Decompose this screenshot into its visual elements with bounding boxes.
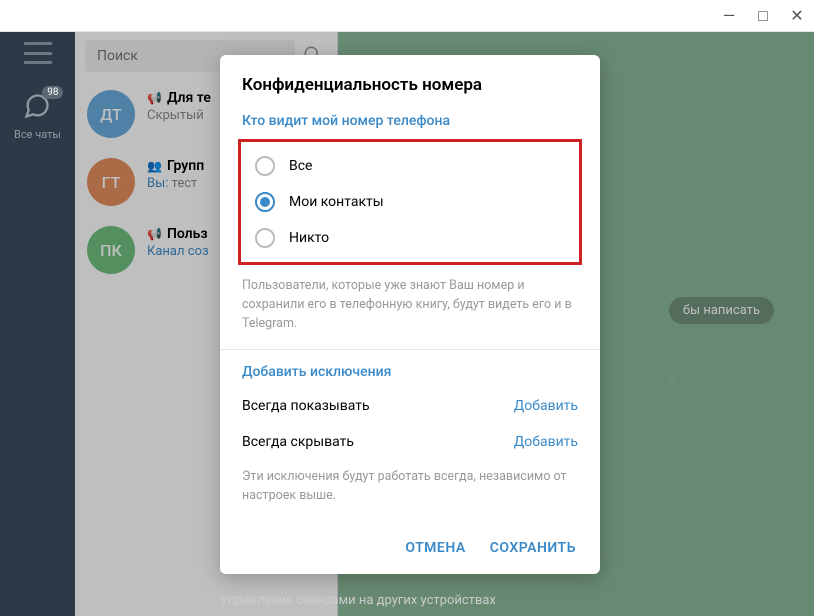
highlighted-options: Все Мои контакты Никто — [238, 139, 582, 265]
dialog-title: Конфиденциальность номера — [220, 75, 600, 113]
description-text: Эти исключения будут работать всегда, не… — [242, 460, 578, 516]
hamburger-menu-button[interactable] — [24, 42, 52, 64]
radio-option-nobody[interactable]: Никто — [241, 220, 579, 256]
radio-option-everyone[interactable]: Все — [241, 148, 579, 184]
exception-always-show[interactable]: Всегда показывать Добавить — [242, 388, 578, 424]
left-sidebar: 98 Все чаты — [0, 32, 75, 616]
minimize-button[interactable]: — — [722, 9, 736, 23]
window-titlebar: — □ ✕ — [0, 0, 814, 32]
section-label-exceptions: Добавить исключения — [242, 364, 578, 388]
radio-icon — [255, 228, 275, 248]
cancel-button[interactable]: ОТМЕНА — [405, 540, 465, 556]
save-button[interactable]: СОХРАНИТЬ — [490, 540, 576, 556]
all-chats-tab[interactable]: 98 Все чаты — [14, 92, 61, 141]
radio-icon — [255, 156, 275, 176]
radio-icon — [255, 192, 275, 212]
all-chats-label: Все чаты — [14, 128, 61, 141]
add-link[interactable]: Добавить — [514, 398, 578, 414]
radio-label: Мои контакты — [289, 194, 384, 210]
footer-text: Управление сеансами на других устройства… — [220, 593, 496, 608]
privacy-dialog: Конфиденциальность номера Кто видит мой … — [220, 55, 600, 574]
description-text: Пользователи, которые уже знают Ваш номе… — [220, 273, 600, 349]
exception-label: Всегда показывать — [242, 398, 370, 414]
close-window-button[interactable]: ✕ — [790, 9, 804, 23]
exception-label: Всегда скрывать — [242, 434, 354, 450]
section-label-who-sees: Кто видит мой номер телефона — [220, 113, 600, 139]
radio-label: Никто — [289, 230, 329, 246]
unread-badge: 98 — [42, 86, 63, 99]
radio-option-contacts[interactable]: Мои контакты — [241, 184, 579, 220]
radio-label: Все — [289, 158, 312, 174]
add-link[interactable]: Добавить — [514, 434, 578, 450]
exception-always-hide[interactable]: Всегда скрывать Добавить — [242, 424, 578, 460]
maximize-button[interactable]: □ — [756, 9, 770, 23]
